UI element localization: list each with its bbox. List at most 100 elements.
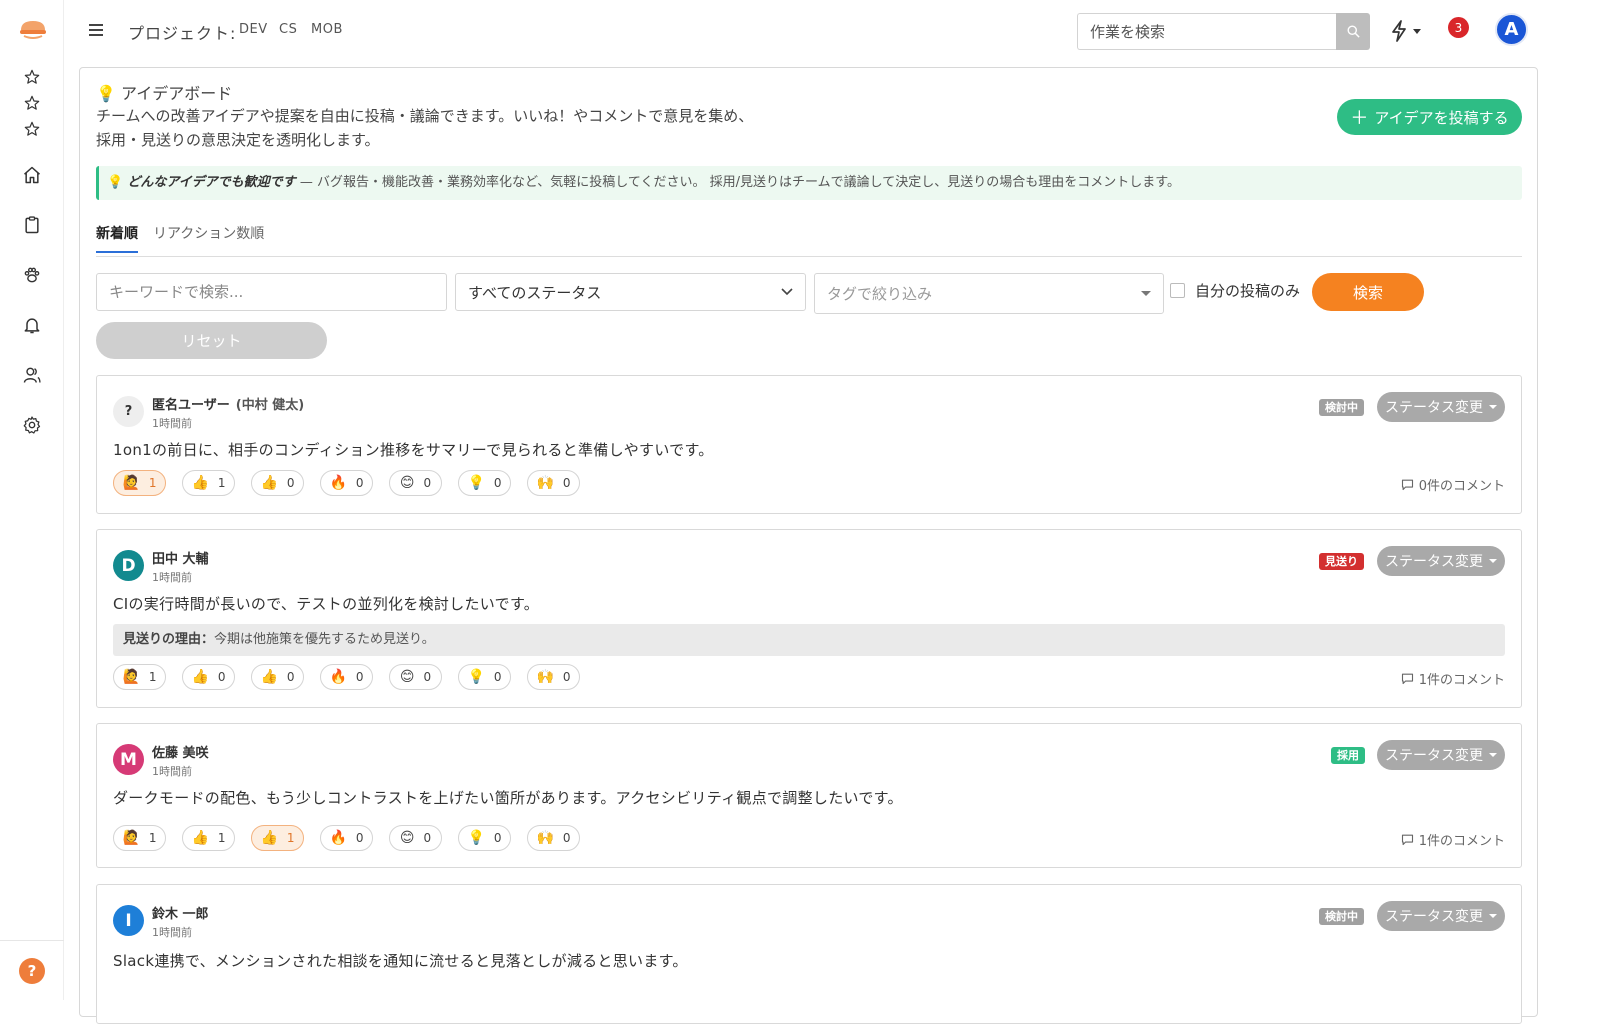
smile-emoji-icon: 😊 bbox=[399, 830, 415, 846]
clipboard-icon[interactable] bbox=[20, 213, 44, 237]
status-badge: 検討中 bbox=[1319, 908, 1364, 925]
fire-emoji-icon: 🔥 bbox=[329, 830, 347, 846]
author-avatar: M bbox=[113, 744, 144, 775]
idea-card: ? 匿名ユーザー (中村 健太) 1時間前 検討中 ステータス変更 1on1の前日… bbox=[96, 375, 1522, 514]
paw-icon[interactable] bbox=[20, 263, 44, 287]
caret-down-icon bbox=[1489, 559, 1497, 563]
project-link-dev[interactable]: DEV bbox=[239, 22, 268, 37]
plus-icon: ＋ bbox=[1350, 108, 1369, 129]
tag-filter-select[interactable]: タグで絞り込み bbox=[814, 273, 1164, 314]
user-avatar[interactable]: A bbox=[1495, 13, 1528, 46]
page-description: チームへの改善アイデアや提案を自由に投稿・議論できます。いいね！やコメントで意見… bbox=[96, 107, 754, 149]
tab-reactions[interactable]: リアクション数順 bbox=[153, 223, 264, 251]
reaction-button[interactable]: 😊 0 bbox=[389, 470, 442, 496]
author-name[interactable]: 匿名ユーザー (中村 健太) bbox=[152, 394, 304, 413]
reaction-button[interactable]: 🙋 1 bbox=[113, 470, 166, 496]
post-time: 1時間前 bbox=[152, 926, 192, 939]
keyword-search-input[interactable] bbox=[96, 273, 447, 311]
status-change-button[interactable]: ステータス変更 bbox=[1377, 740, 1505, 770]
reaction-button[interactable]: 😊 0 bbox=[389, 825, 442, 851]
raised-hands-emoji-icon: 🙌 bbox=[536, 669, 554, 685]
project-link-cs[interactable]: CS bbox=[279, 22, 297, 37]
help-button[interactable]: ? bbox=[19, 958, 45, 984]
favorite-star-icon[interactable] bbox=[20, 91, 44, 115]
comments-link[interactable]: 0件のコメント bbox=[1400, 475, 1505, 494]
bell-icon[interactable] bbox=[20, 313, 44, 337]
reaction-bar: 🙋 1 👍 1 👍 0 🔥 0 😊 0 💡 0 🙌 0 bbox=[113, 470, 580, 496]
status-badge: 採用 bbox=[1331, 747, 1365, 764]
author-avatar: I bbox=[113, 905, 144, 936]
chevron-down-icon bbox=[781, 288, 793, 296]
status-badge: 検討中 bbox=[1319, 399, 1364, 416]
reaction-button[interactable]: 👍 1 bbox=[251, 825, 304, 851]
reaction-button[interactable]: 👍 0 bbox=[251, 664, 304, 690]
reaction-button[interactable]: 🙌 0 bbox=[527, 825, 580, 851]
idea-board-panel: 💡 アイデアボード チームへの改善アイデアや提案を自由に投稿・議論できます。いい… bbox=[79, 67, 1538, 1024]
reaction-button[interactable]: 👍 1 bbox=[182, 825, 235, 851]
author-name[interactable]: 田中 大輔 bbox=[152, 548, 209, 567]
fire-emoji-icon: 🔥 bbox=[329, 669, 347, 685]
task-search-button[interactable] bbox=[1336, 13, 1370, 50]
search-button[interactable]: 検索 bbox=[1312, 273, 1424, 311]
reaction-button[interactable]: 🙋 1 bbox=[113, 825, 166, 851]
hamburger-menu-icon[interactable] bbox=[88, 22, 106, 38]
reaction-button[interactable]: 💡 0 bbox=[458, 825, 511, 851]
project-link-mob[interactable]: MOB bbox=[311, 22, 343, 37]
thumbs-up-emoji-icon: 👍 bbox=[191, 830, 209, 846]
reset-button[interactable]: リセット bbox=[96, 322, 327, 359]
reaction-button[interactable]: 💡 0 bbox=[458, 470, 511, 496]
quick-actions-button[interactable] bbox=[1390, 18, 1426, 44]
reaction-button[interactable]: 👍 0 bbox=[182, 664, 235, 690]
tab-newest[interactable]: 新着順 bbox=[96, 223, 138, 253]
reaction-button[interactable]: 👍 0 bbox=[251, 470, 304, 496]
post-idea-button[interactable]: ＋ アイデアを投稿する bbox=[1337, 99, 1522, 135]
favorite-star-icon[interactable] bbox=[20, 117, 44, 141]
task-search-input[interactable] bbox=[1077, 13, 1337, 50]
reaction-button[interactable]: 😊 0 bbox=[389, 664, 442, 690]
status-badge: 見送り bbox=[1319, 553, 1364, 570]
idea-card: D 田中 大輔 1時間前 見送り ステータス変更 CIの実行時間が長いので、テス… bbox=[96, 529, 1522, 708]
status-change-button[interactable]: ステータス変更 bbox=[1377, 392, 1505, 422]
thumbs-up-emoji-icon: 👍 bbox=[260, 475, 278, 491]
post-time: 1時間前 bbox=[152, 417, 192, 430]
sidebar: ? bbox=[0, 0, 64, 1000]
notification-badge[interactable]: 3 bbox=[1448, 17, 1469, 38]
idea-text: ダークモードの配色、もう少しコントラストを上げたい箇所があります。アクセシビリテ… bbox=[113, 789, 903, 807]
status-change-button[interactable]: ステータス変更 bbox=[1377, 546, 1505, 576]
gear-icon[interactable] bbox=[20, 413, 44, 437]
status-change-button[interactable]: ステータス変更 bbox=[1377, 901, 1505, 931]
home-icon[interactable] bbox=[20, 163, 44, 187]
reaction-button[interactable]: 🙋 1 bbox=[113, 664, 166, 690]
status-filter-select[interactable]: すべてのステータス bbox=[455, 273, 806, 311]
lightbulb-emoji-icon: 💡 bbox=[467, 475, 485, 491]
author-name[interactable]: 佐藤 美咲 bbox=[152, 742, 209, 761]
mine-only-label: 自分の投稿のみ bbox=[1195, 282, 1301, 300]
reaction-button[interactable]: 🙌 0 bbox=[527, 664, 580, 690]
comments-link[interactable]: 1件のコメント bbox=[1400, 669, 1505, 688]
caret-down-icon bbox=[1489, 914, 1497, 918]
author-name[interactable]: 鈴木 一郎 bbox=[152, 903, 209, 922]
mine-only-filter[interactable]: 自分の投稿のみ bbox=[1170, 280, 1300, 301]
app-logo[interactable] bbox=[18, 18, 48, 42]
comment-bubble-icon bbox=[1401, 673, 1413, 685]
reaction-button[interactable]: 👍 1 bbox=[182, 470, 235, 496]
reaction-button[interactable]: 🔥 0 bbox=[320, 825, 373, 851]
comment-bubble-icon bbox=[1401, 834, 1413, 846]
comments-link[interactable]: 1件のコメント bbox=[1400, 830, 1505, 849]
welcome-notice: 💡 どんなアイデアでも歓迎です — バグ報告・機能改善・業務効率化など、気軽に投… bbox=[96, 166, 1522, 200]
lightbulb-icon: 💡 bbox=[107, 175, 124, 190]
reaction-button[interactable]: 🔥 0 bbox=[320, 664, 373, 690]
smile-emoji-icon: 😊 bbox=[399, 669, 415, 685]
rejection-reason: 見送りの理由：今期は他施策を優先するため見送り。 bbox=[113, 624, 1505, 656]
thumbs-up-emoji-icon: 👍 bbox=[260, 830, 278, 846]
post-time: 1時間前 bbox=[152, 571, 192, 584]
reaction-button[interactable]: 🙌 0 bbox=[527, 470, 580, 496]
caret-down-icon bbox=[1141, 291, 1151, 296]
reaction-button[interactable]: 💡 0 bbox=[458, 664, 511, 690]
users-icon[interactable] bbox=[20, 363, 44, 387]
reaction-button[interactable]: 🔥 0 bbox=[320, 470, 373, 496]
chevron-down-icon bbox=[1413, 28, 1421, 34]
raising-hand-emoji-icon: 🙋 bbox=[122, 669, 140, 685]
favorite-star-icon[interactable] bbox=[20, 65, 44, 89]
mine-only-checkbox[interactable] bbox=[1170, 283, 1185, 298]
